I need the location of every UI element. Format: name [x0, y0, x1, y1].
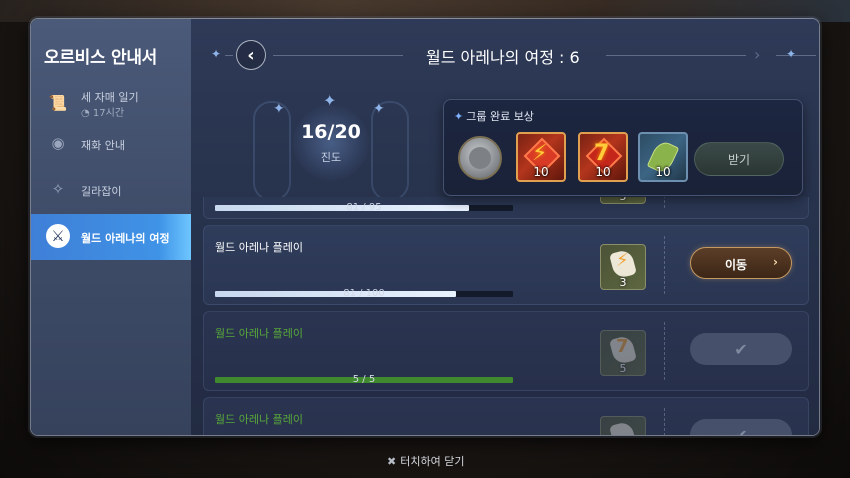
compass-icon: ✧ — [51, 180, 65, 198]
sidebar-item-currency-guide[interactable]: ◉ 재화 안내 — [31, 121, 191, 167]
star-decoration-icon: ✦ — [786, 47, 797, 61]
mission-title: 월드 아레나 플레이 — [215, 241, 303, 254]
star-decoration-icon: ✦ — [323, 91, 337, 110]
herb-item[interactable]: 10 — [638, 132, 688, 182]
next-button[interactable]: › — [754, 45, 760, 64]
sidebar-title: 오르비스 안내서 — [44, 48, 157, 68]
red-gem-item[interactable]: ⚡ 10 — [516, 132, 566, 182]
reward-item[interactable]: 5 — [600, 197, 646, 204]
mission-title: 월드 아레나 플레이 — [215, 413, 303, 426]
mission-card: 81 / 95 5 — [203, 197, 809, 219]
reward-item[interactable] — [600, 416, 646, 435]
mission-title: 월드 아레나 플레이 — [215, 327, 303, 340]
bolt-icon: 7 — [616, 336, 629, 357]
star-decoration-icon: ✦ — [273, 101, 285, 117]
back-button[interactable]: ‹ — [236, 40, 266, 70]
timer-text: ◔ 17시간 — [81, 108, 125, 119]
silver-coin-icon[interactable] — [458, 136, 502, 180]
checkmark-icon: ✔ — [734, 339, 748, 359]
sidebar-item-world-arena-journey[interactable]: ⚔ 월드 아레나의 여정 — [31, 214, 191, 260]
progress-text: 5 / 5 — [352, 374, 376, 385]
progress-count: 16/20 — [301, 121, 361, 143]
diamond-icon: ✦ — [454, 110, 464, 123]
star-decoration-icon: ✦ — [211, 47, 222, 61]
completed-check-button: ✔ — [690, 333, 792, 365]
reward-panel-title: ✦ 그룹 완료 보상 — [454, 110, 534, 123]
checkmark-icon: ✔ — [734, 425, 748, 436]
reward-item[interactable]: 7 5 — [600, 330, 646, 376]
receive-button[interactable]: 받기 — [694, 142, 784, 176]
sword-icon: ⚔ — [46, 224, 70, 248]
sidebar: 오르비스 안내서 📜 세 자매 일기 ◔ 17시간 ◉ 재화 안내 ✧ 길라잡이… — [31, 19, 191, 435]
progress-text: 81 / 95 — [346, 202, 382, 213]
sidebar-item-label: 월드 아레나의 여정 — [81, 232, 170, 245]
mission-card: 월드 아레나 플레이 81 / 100 ⚡ 3 이동 › — [203, 225, 809, 305]
red-gem-item[interactable]: 7 10 — [578, 132, 628, 182]
guide-window: 오르비스 안내서 📜 세 자매 일기 ◔ 17시간 ◉ 재화 안내 ✧ 길라잡이… — [30, 18, 820, 436]
coin-icon: ◉ — [51, 134, 65, 152]
sidebar-item-label: 길라잡이 — [81, 185, 122, 198]
close-hint[interactable]: ✖ 터치하여 닫기 — [387, 453, 464, 469]
main-panel: ✦ ‹ 월드 아레나의 여정 : 6 › ✦ ✦ ✦ ✦ ✦ 16/20 진도 … — [191, 19, 819, 436]
completed-check-button: ✔ — [690, 419, 792, 436]
page-title: 월드 아레나의 여정 : 6 — [426, 48, 580, 67]
group-reward-panel: ✦ 그룹 완료 보상 ⚡ 10 7 10 10 받기 — [443, 99, 803, 196]
bolt-icon: ⚡ — [616, 250, 629, 271]
sidebar-item-guide[interactable]: ✧ 길라잡이 — [31, 167, 191, 213]
progress-label: 진도 — [320, 151, 342, 164]
move-button[interactable]: 이동 › — [690, 247, 792, 279]
close-icon: ✖ — [387, 455, 397, 468]
chevron-right-icon: › — [773, 255, 778, 269]
star-decoration-icon: ✦ — [373, 101, 385, 117]
scroll-icon: 📜 — [48, 94, 68, 112]
reward-item[interactable]: ⚡ 3 — [600, 244, 646, 290]
header: ✦ ‹ 월드 아레나의 여정 : 6 › ✦ — [191, 19, 819, 83]
mission-card-completed: 월드 아레나 플레이 5 / 5 7 5 ✔ — [203, 311, 809, 391]
sidebar-item-label: 세 자매 일기 — [81, 91, 139, 104]
mission-list[interactable]: 81 / 95 5 월드 아레나 플레이 81 / 100 ⚡ 3 — [203, 197, 809, 436]
sidebar-item-label: 재화 안내 — [81, 139, 125, 152]
progress-text: 81 / 100 — [343, 288, 385, 299]
mission-card-completed: 월드 아레나 플레이 ✔ — [203, 397, 809, 436]
